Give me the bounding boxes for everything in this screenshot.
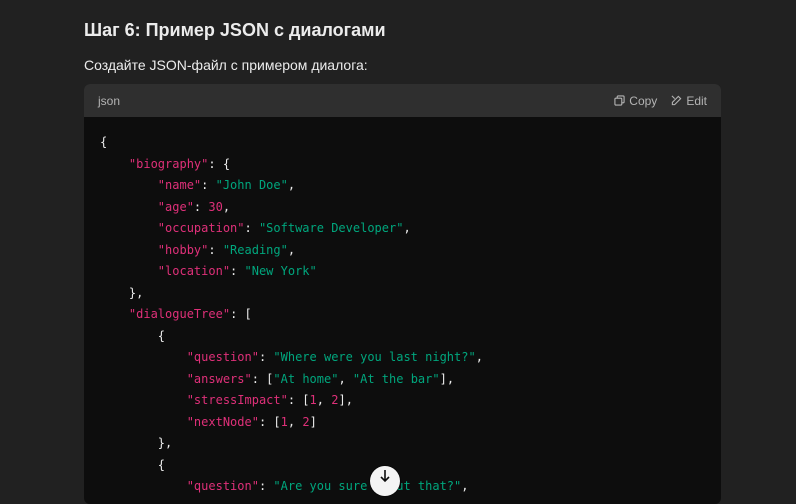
code-line: "question": "Are you sure about that?", — [100, 476, 705, 498]
code-token: ] — [309, 414, 317, 429]
code-token: : — [201, 178, 216, 192]
code-line: "age": 30, — [100, 197, 705, 219]
code-token: 1 — [280, 414, 288, 429]
code-line: "nextNode": [1, 2] — [100, 412, 705, 434]
code-token: "New York" — [244, 264, 317, 278]
code-block: json Copy Edit { "biography": { "name": … — [84, 84, 721, 504]
code-token: "question" — [186, 479, 259, 493]
code-token: "At the bar" — [352, 371, 440, 386]
code-language-label: json — [98, 93, 121, 108]
instruction-text: Создайте JSON-файл с примером диалога: — [84, 57, 368, 73]
code-token: "occupation" — [157, 221, 245, 235]
page-heading: Шаг 6: Пример JSON с диалогами — [84, 20, 386, 40]
code-token: "Reading" — [222, 242, 288, 257]
code-token: 1 — [309, 393, 317, 407]
code-token: : — [230, 264, 245, 278]
code-token: }, — [100, 285, 144, 300]
code-line: }, — [100, 433, 705, 455]
code-token: "answers" — [186, 371, 252, 386]
code-block-header: json Copy Edit — [84, 84, 721, 117]
code-token: : — [258, 350, 274, 364]
code-token: 2 — [302, 414, 310, 429]
code-token: }, — [100, 436, 173, 450]
copy-button-label: Copy — [629, 93, 658, 108]
code-token: , — [287, 178, 296, 192]
code-token: : — [208, 242, 223, 257]
code-line: { — [100, 326, 705, 348]
code-token: "age" — [157, 199, 194, 214]
code-token: , — [475, 350, 483, 364]
arrow-down-icon — [380, 470, 390, 483]
code-token: { — [100, 328, 166, 343]
code-line: "location": "New York" — [100, 261, 705, 283]
code-token: , — [287, 414, 303, 429]
code-token: "biography" — [128, 156, 209, 171]
code-line: "biography": { — [100, 154, 705, 176]
code-token: "hobby" — [157, 242, 209, 257]
code-token: "stressImpact" — [186, 393, 288, 407]
code-token: : [ — [251, 371, 274, 386]
code-line: }, — [100, 283, 705, 305]
code-line: "dialogueTree": [ — [100, 304, 705, 326]
code-token: "name" — [157, 178, 202, 192]
code-token: : — [244, 221, 259, 235]
code-token: 30 — [208, 199, 223, 214]
code-token: , — [461, 479, 469, 493]
code-token: , — [403, 221, 411, 235]
code-token: "Are you sure about that?" — [273, 479, 462, 493]
code-line: { — [100, 455, 705, 477]
code-line: "occupation": "Software Developer", — [100, 218, 705, 240]
code-content: { "biography": { "name": "John Doe", "ag… — [84, 117, 721, 504]
code-line: "hobby": "Reading", — [100, 240, 705, 262]
code-token: : — [193, 199, 209, 214]
code-token: "Where were you last night?" — [273, 350, 476, 364]
code-token: , — [287, 242, 296, 257]
code-line: "question": "Where were you last night?"… — [100, 347, 705, 369]
code-token: , — [316, 393, 332, 407]
code-token: "question" — [186, 350, 259, 364]
edit-icon — [671, 95, 682, 106]
code-token: "dialogueTree" — [128, 307, 231, 321]
code-token: "John Doe" — [215, 178, 288, 192]
code-token: "At home" — [273, 371, 339, 386]
code-line: "name": "John Doe", — [100, 175, 705, 197]
code-token: : — [258, 479, 274, 493]
code-line: { — [100, 132, 705, 154]
edit-button-label: Edit — [686, 93, 707, 108]
code-token: { — [100, 457, 166, 472]
code-token: "Software Developer" — [258, 221, 404, 235]
code-token: "location" — [157, 264, 231, 278]
copy-icon — [614, 95, 625, 106]
edit-button[interactable]: Edit — [671, 94, 707, 108]
code-token: : [ — [287, 393, 310, 407]
code-token: , — [338, 371, 353, 386]
code-token: { — [100, 135, 108, 149]
scroll-down-button[interactable] — [370, 466, 400, 496]
copy-button[interactable]: Copy — [614, 94, 657, 108]
code-token: : { — [208, 156, 231, 171]
code-token: "nextNode" — [186, 414, 259, 429]
code-line: "answers": ["At home", "At the bar"], — [100, 369, 705, 391]
code-token: ], — [439, 371, 455, 386]
code-token: ], — [338, 393, 353, 407]
code-token: : [ — [258, 414, 281, 429]
code-line: "stressImpact": [1, 2], — [100, 390, 705, 412]
code-token: : [ — [230, 307, 252, 321]
code-token: , — [222, 199, 231, 214]
